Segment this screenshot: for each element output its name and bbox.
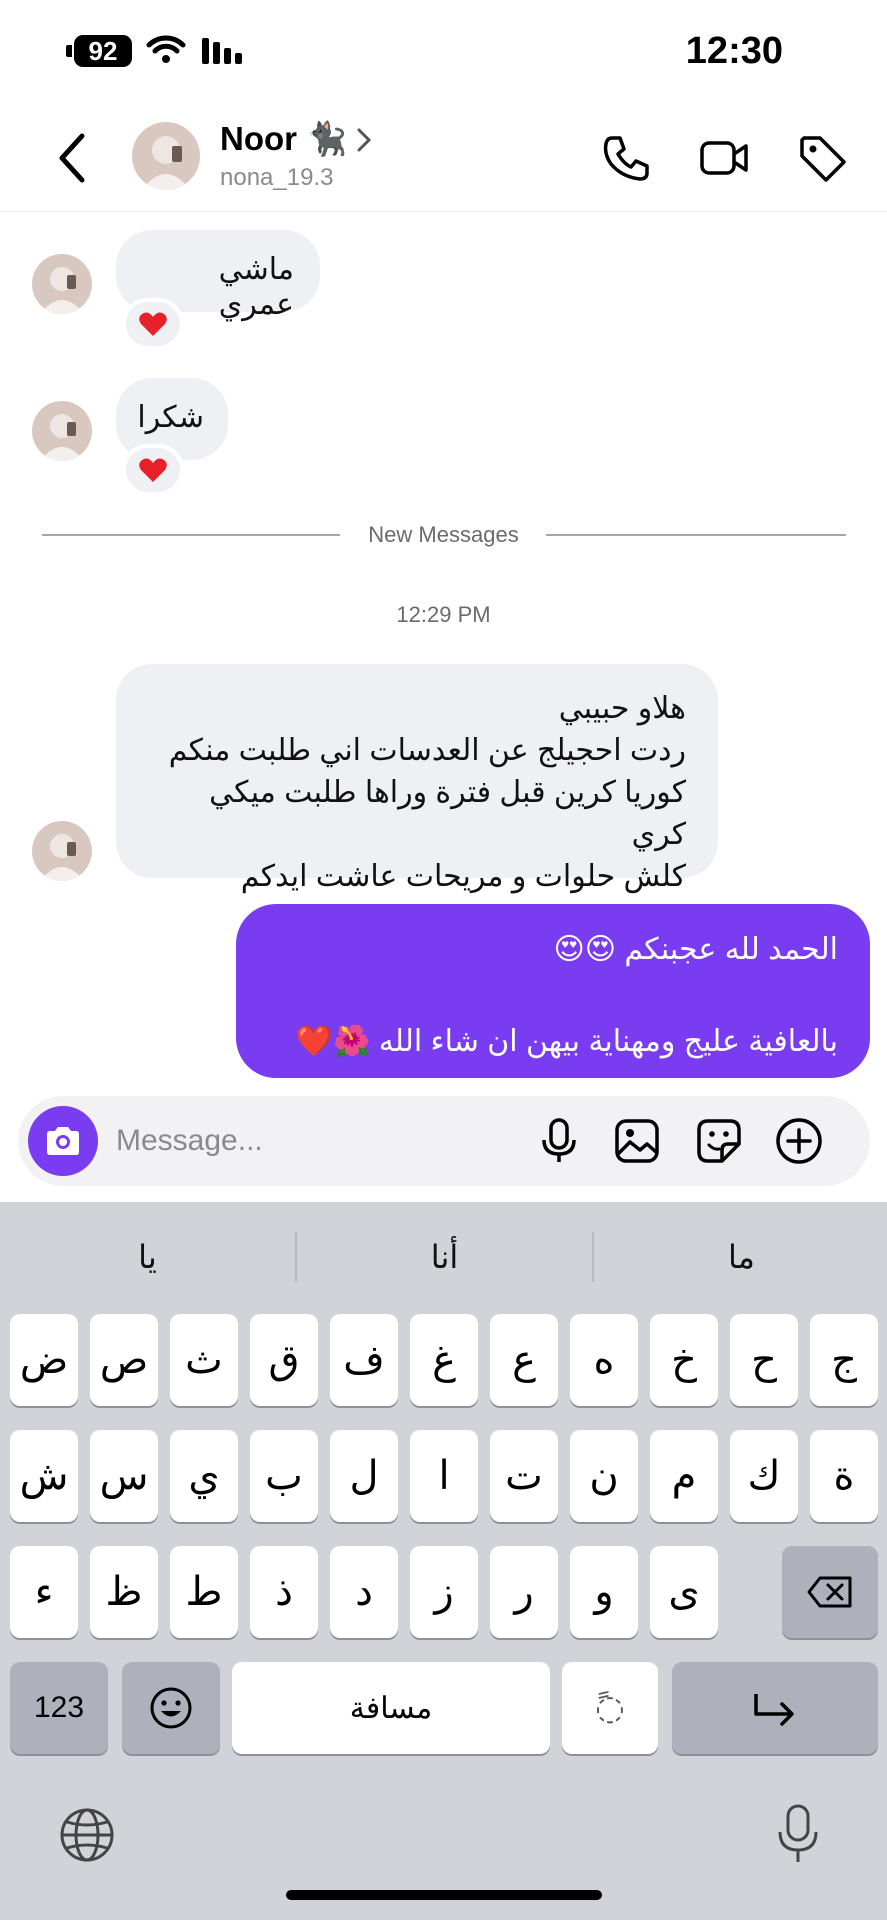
return-key[interactable] [672, 1662, 878, 1754]
video-icon[interactable] [696, 130, 752, 186]
return-icon [754, 1694, 794, 1726]
diacritic-key[interactable]: ◌ً [562, 1662, 658, 1754]
message-timestamp: 12:29 PM [396, 602, 491, 627]
image-icon[interactable] [612, 1116, 662, 1166]
key[interactable]: ع [490, 1314, 558, 1406]
message-line: هلاو حبيبي [558, 692, 686, 725]
message-line: كلش حلوات و مريحات عاشت ايدكم [240, 860, 686, 893]
message-input[interactable] [116, 1118, 436, 1164]
key[interactable]: ص [90, 1314, 158, 1406]
message-line: الحمد لله عجبنكم 😍😍 [553, 933, 838, 966]
battery-indicator: 92 [74, 35, 132, 67]
key[interactable]: ن [570, 1430, 638, 1522]
key[interactable]: ش [10, 1430, 78, 1522]
key[interactable]: ض [10, 1314, 78, 1406]
key[interactable]: ب [250, 1430, 318, 1522]
delete-key[interactable] [782, 1546, 878, 1638]
message-line: ردت احجيلج عن العدسات اني طلبت منكم [168, 734, 686, 767]
key[interactable]: ر [490, 1546, 558, 1638]
key[interactable]: ت [490, 1430, 558, 1522]
mic-icon[interactable] [534, 1116, 584, 1166]
key[interactable]: س [90, 1430, 158, 1522]
key[interactable]: ث [170, 1314, 238, 1406]
chat-header: Noor 🐈‍⬛ nona_19.3 [0, 100, 887, 212]
key[interactable]: م [650, 1430, 718, 1522]
emoji-key[interactable] [122, 1662, 220, 1754]
key[interactable]: و [570, 1546, 638, 1638]
numbers-key[interactable]: 123 [10, 1662, 108, 1754]
key[interactable]: ط [170, 1546, 238, 1638]
message-line: بالعافية عليج ومهناية بيهن ان شاء الله 🌺… [295, 1025, 838, 1058]
sender-avatar[interactable] [32, 821, 92, 881]
camera-button[interactable] [28, 1106, 98, 1176]
heart-reaction[interactable] [122, 298, 184, 350]
contact-avatar[interactable] [132, 122, 200, 190]
heart-icon [139, 458, 167, 482]
suggestion-2[interactable]: أنا [297, 1202, 592, 1312]
keyboard: يا أنا ما ض ص ث ق ف غ ع ه خ ح ج ش س ي ب … [0, 1202, 887, 1920]
key[interactable]: ى [650, 1546, 718, 1638]
key[interactable]: ف [330, 1314, 398, 1406]
key[interactable]: ا [410, 1430, 478, 1522]
suggestion-1[interactable]: يا [0, 1202, 295, 1312]
key[interactable]: ل [330, 1430, 398, 1522]
tag-icon[interactable] [794, 130, 850, 186]
key[interactable]: ء [10, 1546, 78, 1638]
key[interactable]: ي [170, 1430, 238, 1522]
message-line: كوريا كرين قبل فترة وراها طلبت ميكي كري [209, 776, 686, 851]
status-time: 12:30 [685, 30, 783, 72]
phone-icon[interactable] [598, 130, 654, 186]
key[interactable]: خ [650, 1314, 718, 1406]
globe-icon[interactable] [58, 1806, 116, 1864]
contact-username: nona_19.3 [220, 164, 334, 191]
emoji-icon [150, 1687, 192, 1729]
contact-name[interactable]: Noor 🐈‍⬛ [220, 120, 373, 159]
key[interactable]: ز [410, 1546, 478, 1638]
suggestion-3[interactable]: ما [594, 1202, 887, 1312]
chevron-right-icon [357, 128, 372, 151]
key[interactable]: غ [410, 1314, 478, 1406]
key[interactable]: ح [730, 1314, 798, 1406]
key[interactable]: ك [730, 1430, 798, 1522]
back-icon[interactable] [52, 130, 92, 186]
wifi-icon [146, 35, 186, 63]
key[interactable]: ظ [90, 1546, 158, 1638]
message-text: شكرا [137, 401, 204, 434]
contact-name-text: Noor 🐈‍⬛ [220, 120, 348, 157]
battery-tip [66, 45, 72, 57]
key[interactable]: ذ [250, 1546, 318, 1638]
sticker-icon[interactable] [694, 1116, 744, 1166]
message-bubble-outgoing[interactable]: الحمد لله عجبنكم 😍😍 بالعافية عليج ومهناي… [236, 904, 870, 1078]
key[interactable]: ج [810, 1314, 878, 1406]
camera-icon [47, 1127, 79, 1155]
status-bar: 92 12:30 [0, 0, 887, 100]
heart-icon [139, 312, 167, 336]
sender-avatar[interactable] [32, 401, 92, 461]
plus-icon[interactable] [774, 1116, 824, 1166]
sender-avatar[interactable] [32, 254, 92, 314]
message-text: ماشي عمري [218, 253, 294, 321]
delete-icon [807, 1576, 852, 1608]
key[interactable]: ة [810, 1430, 878, 1522]
home-indicator[interactable] [286, 1890, 602, 1900]
key[interactable]: ق [250, 1314, 318, 1406]
key[interactable]: د [330, 1546, 398, 1638]
heart-reaction[interactable] [122, 444, 184, 496]
dictation-icon[interactable] [776, 1802, 820, 1866]
message-bubble-incoming[interactable]: هلاو حبيبي ردت احجيلج عن العدسات اني طلب… [116, 664, 718, 893]
key[interactable]: ه [570, 1314, 638, 1406]
space-key[interactable]: مسافة [232, 1662, 550, 1754]
message-composer [18, 1096, 870, 1186]
signal-icon [202, 38, 242, 64]
new-messages-label: New Messages [368, 522, 519, 547]
